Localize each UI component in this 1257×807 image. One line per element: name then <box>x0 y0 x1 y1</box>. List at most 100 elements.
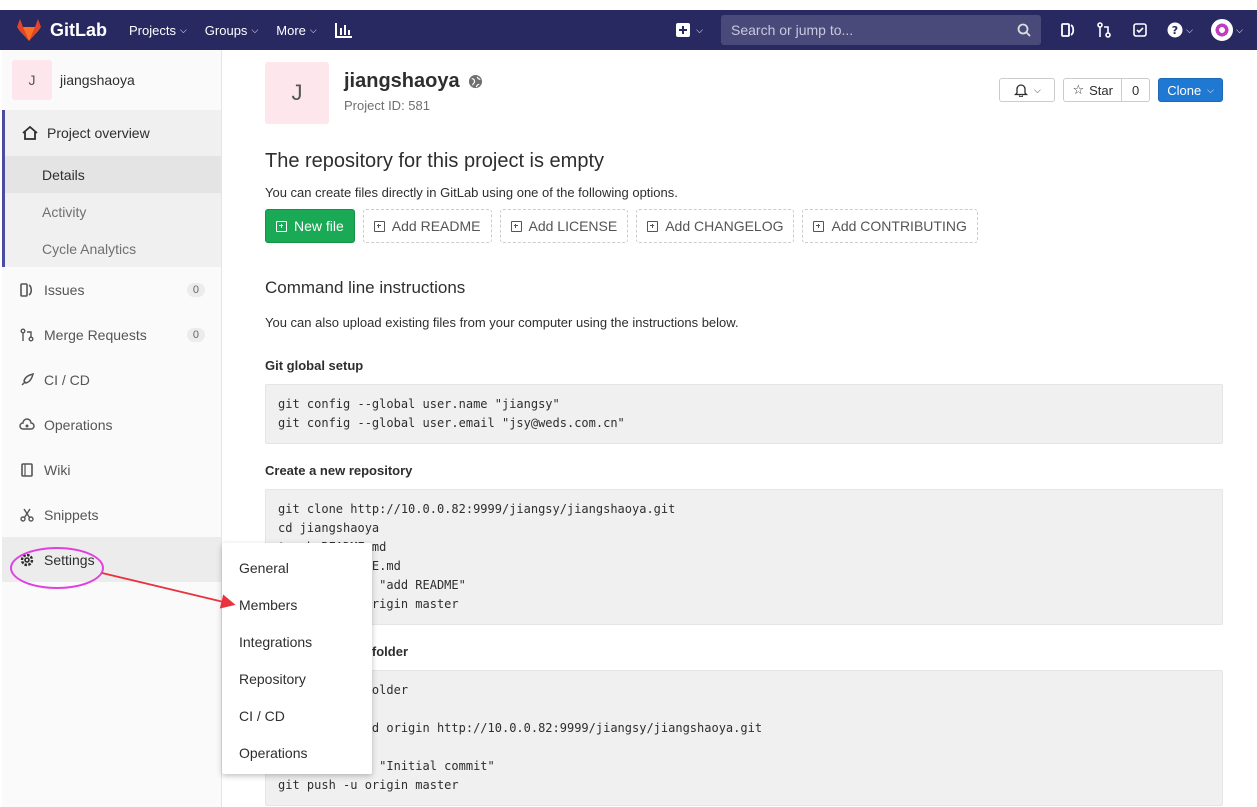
nav-more-label: More <box>276 22 306 38</box>
flyout-item-members[interactable]: Members <box>222 586 372 623</box>
activity-chart-icon[interactable] <box>334 22 353 38</box>
help-icon[interactable]: ? ⌵ <box>1165 19 1195 41</box>
existing-folder-heading: Push an existing folder <box>265 644 409 659</box>
flyout-item-integrations[interactable]: Integrations <box>222 623 372 660</box>
sidebar-item-merge-requests[interactable]: Merge Requests 0 <box>2 312 221 357</box>
main-content: J jiangshaoya Project ID: 581 ⌵ ☆ Star 0… <box>265 50 1223 806</box>
plus-square-icon <box>276 220 287 232</box>
globe-icon <box>468 74 482 89</box>
star-count[interactable]: 0 <box>1121 78 1151 102</box>
plus-square-icon <box>647 220 659 232</box>
mr-count-badge: 0 <box>186 327 205 342</box>
project-header: J jiangshaoya Project ID: 581 ⌵ ☆ Star 0… <box>265 50 1223 144</box>
issues-count-badge: 0 <box>186 282 205 297</box>
merge-request-icon[interactable] <box>1093 19 1115 41</box>
nav-projects-label: Projects <box>129 22 176 38</box>
cli-subtitle: You can also upload existing files from … <box>265 315 739 330</box>
add-license-label: Add LICENSE <box>528 218 618 234</box>
sidebar-item-project-overview[interactable]: Project overview <box>5 110 221 156</box>
rocket-icon <box>18 372 36 387</box>
chevron-down-icon: ⌵ <box>696 24 703 35</box>
sidebar-item-label: Merge Requests <box>44 326 147 343</box>
project-title-text: jiangshaoya <box>344 70 460 92</box>
flyout-item-cicd[interactable]: CI / CD <box>222 697 372 734</box>
empty-repo-heading: The repository for this project is empty <box>265 150 605 172</box>
add-contributing-button[interactable]: Add CONTRIBUTING <box>802 209 978 243</box>
sidebar-item-issues[interactable]: Issues 0 <box>2 267 221 312</box>
sidebar-project-header[interactable]: J jiangshaoya <box>2 50 221 110</box>
nav-groups[interactable]: Groups ⌵ <box>205 23 258 38</box>
sidebar-item-settings[interactable]: Settings <box>2 537 221 582</box>
plus-square-icon <box>676 23 691 37</box>
brand-name: GitLab <box>50 19 107 40</box>
add-changelog-label: Add CHANGELOG <box>665 218 784 234</box>
sidebar-item-label: Settings <box>44 551 95 568</box>
chevron-down-icon: ⌵ <box>1034 84 1041 95</box>
empty-repo-subtitle: You can create files directly in GitLab … <box>265 185 678 200</box>
nav-projects[interactable]: Projects ⌵ <box>129 23 187 38</box>
plus-square-icon <box>373 220 385 232</box>
star-button[interactable]: ☆ Star <box>1063 78 1122 102</box>
plus-square-icon <box>813 220 825 232</box>
chevron-down-icon: ⌵ <box>179 24 187 35</box>
flyout-item-operations[interactable]: Operations <box>222 734 372 771</box>
project-id: Project ID: 581 <box>344 98 430 113</box>
search-box[interactable] <box>721 15 1041 45</box>
sidebar-item-label: Operations <box>44 416 113 433</box>
add-contributing-label: Add CONTRIBUTING <box>831 218 967 234</box>
sidebar-subitem-cycle-analytics[interactable]: Cycle Analytics <box>5 230 221 267</box>
sidebar-item-label: Issues <box>44 281 85 298</box>
flyout-item-general[interactable]: General <box>222 549 372 586</box>
new-repo-code: git clone http://10.0.0.82:9999/jiangsy/… <box>265 489 1223 625</box>
sidebar-item-snippets[interactable]: Snippets <box>2 492 221 537</box>
cloud-gear-icon <box>18 417 36 432</box>
project-actions: ⌵ ☆ Star 0 Clone ⌵ <box>999 78 1223 102</box>
star-button-label: Star <box>1089 82 1113 98</box>
gitlab-logo[interactable]: GitLab <box>16 18 107 42</box>
cli-heading: Command line instructions <box>265 278 466 297</box>
sidebar-item-cicd[interactable]: CI / CD <box>2 357 221 402</box>
svg-text:?: ? <box>1172 24 1178 37</box>
new-file-label: New file <box>294 218 344 234</box>
new-file-button[interactable]: New file <box>265 209 355 243</box>
add-changelog-button[interactable]: Add CHANGELOG <box>636 209 795 243</box>
top-navbar: GitLab Projects ⌵ Groups ⌵ More ⌵ ⌵ Sear… <box>0 10 1257 50</box>
clone-button[interactable]: Clone ⌵ <box>1158 78 1223 102</box>
sidebar-item-wiki[interactable]: Wiki <box>2 447 221 492</box>
project-sidebar: J jiangshaoya Project overview Details A… <box>2 50 222 807</box>
sidebar-item-label: CI / CD <box>44 371 90 388</box>
avatar <box>1211 19 1234 41</box>
new-item-dropdown[interactable]: ⌵ <box>676 23 703 37</box>
user-avatar-menu[interactable]: ⌵ <box>1209 19 1245 41</box>
project-overview-group: Project overview Details Activity Cycle … <box>2 110 221 267</box>
sidebar-subitem-details[interactable]: Details <box>5 156 221 193</box>
chevron-down-icon: ⌵ <box>251 24 259 35</box>
nav-more[interactable]: More ⌵ <box>276 23 316 38</box>
star-icon: ☆ <box>1072 82 1085 97</box>
chevron-down-icon: ⌵ <box>309 24 317 35</box>
home-icon <box>21 126 39 140</box>
sidebar-subitem-activity[interactable]: Activity <box>5 193 221 230</box>
todo-icon[interactable] <box>1129 19 1151 41</box>
flyout-item-repository[interactable]: Repository <box>222 660 372 697</box>
existing-folder-code: cd existing_folder git init git remote a… <box>265 670 1223 806</box>
notification-dropdown[interactable]: ⌵ <box>999 78 1056 102</box>
tanuki-icon <box>17 19 41 41</box>
issues-icon <box>18 282 36 297</box>
search-input[interactable] <box>731 22 1017 38</box>
add-license-button[interactable]: Add LICENSE <box>499 209 629 243</box>
scissors-icon <box>18 508 36 522</box>
sidebar-item-label: Wiki <box>44 461 71 478</box>
add-readme-button[interactable]: Add README <box>362 209 492 243</box>
project-avatar: J <box>12 60 52 100</box>
gear-icon <box>18 552 36 568</box>
sidebar-item-operations[interactable]: Operations <box>2 402 221 447</box>
add-readme-label: Add README <box>391 218 481 234</box>
bell-icon <box>1014 84 1029 97</box>
search-icon <box>1017 23 1031 37</box>
project-avatar-large: J <box>265 62 329 124</box>
issues-icon[interactable] <box>1057 19 1079 41</box>
merge-request-icon <box>18 328 36 342</box>
nav-groups-label: Groups <box>204 22 248 38</box>
project-title: jiangshaoya <box>344 70 483 93</box>
